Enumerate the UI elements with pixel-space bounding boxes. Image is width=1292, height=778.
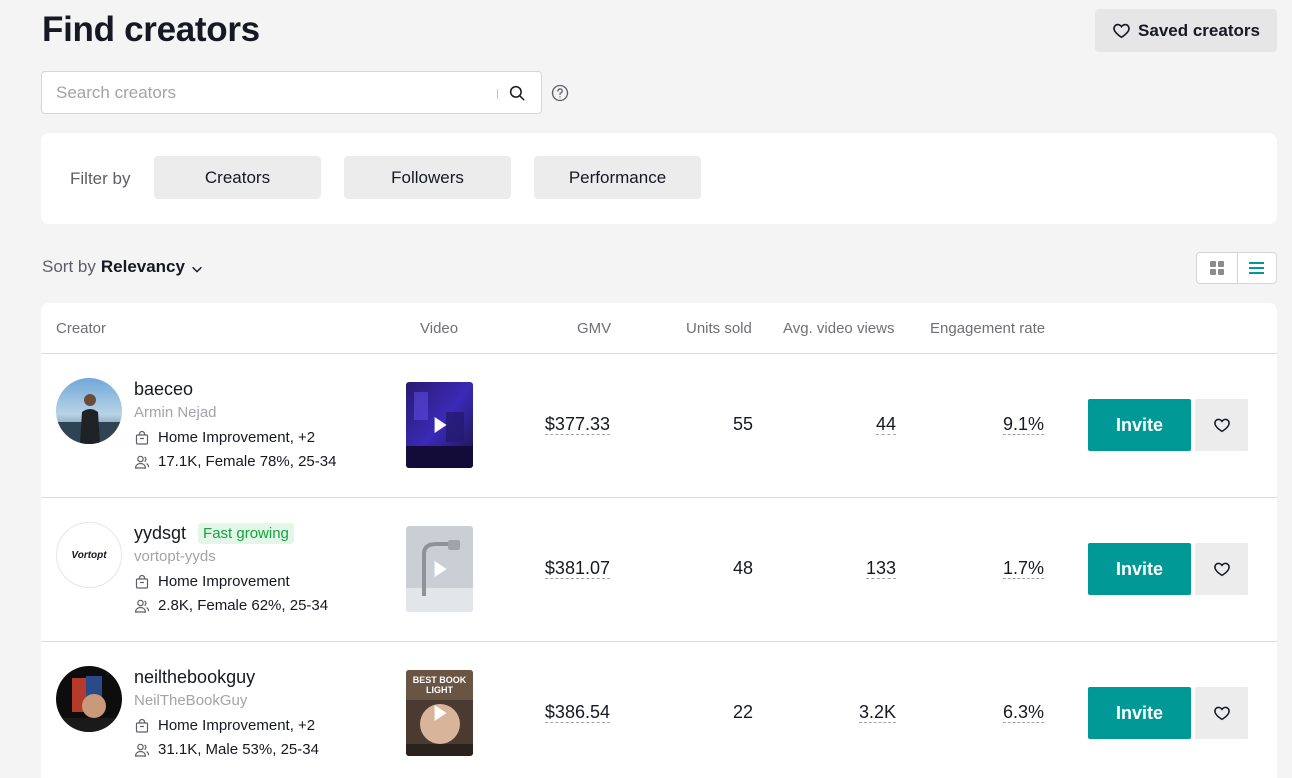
search-box [41, 71, 542, 114]
avatar[interactable] [56, 666, 122, 732]
table-row[interactable]: neilthebookguy NeilTheBookGuy Home Impro… [41, 642, 1277, 778]
invite-button[interactable]: Invite [1088, 399, 1191, 451]
creator-name: Armin Nejad [134, 404, 217, 421]
filter-panel: Filter by Creators Followers Performance [41, 133, 1277, 224]
creator-category: Home Improvement [134, 573, 290, 590]
creator-name: NeilTheBookGuy [134, 692, 248, 709]
column-header-gmv: GMV [577, 320, 612, 337]
users-icon [134, 455, 150, 469]
favorite-button[interactable] [1195, 399, 1248, 451]
heart-icon [1213, 418, 1230, 433]
heart-icon [1213, 706, 1230, 721]
column-header-creator: Creator [56, 320, 107, 337]
shopping-bag-icon [135, 718, 149, 733]
avg-video-views-value[interactable]: 44 [875, 414, 896, 435]
gmv-value[interactable]: $386.54 [544, 702, 610, 723]
saved-creators-button[interactable]: Saved creators [1095, 9, 1277, 52]
saved-creators-label: Saved creators [1138, 20, 1260, 40]
column-header-engagement-rate: Engagement rate [930, 320, 1046, 337]
creator-handle[interactable]: baeceo [134, 379, 193, 400]
avatar[interactable]: Vortopt [56, 522, 122, 588]
page-title: Find creators [42, 10, 260, 49]
grid-icon [1209, 261, 1224, 275]
search-icon[interactable] [508, 84, 526, 102]
chevron-down-icon [192, 266, 202, 273]
creator-category: Home Improvement, +2 [134, 717, 315, 734]
heart-icon [1213, 562, 1230, 577]
status-badge: Fast growing [198, 523, 294, 544]
grid-view-button[interactable] [1197, 253, 1237, 283]
video-thumbnail[interactable] [406, 382, 473, 468]
units-sold-value: 48 [732, 558, 753, 578]
sort-dropdown[interactable]: Sort by Relevancy [42, 257, 204, 277]
creator-name: vortopt-yyds [134, 548, 216, 565]
play-icon [434, 561, 447, 577]
favorite-button[interactable] [1195, 543, 1248, 595]
users-icon [134, 599, 150, 613]
engagement-rate-value[interactable]: 1.7% [1002, 558, 1044, 579]
video-thumbnail[interactable] [406, 526, 473, 612]
gmv-value[interactable]: $381.07 [544, 558, 610, 579]
view-toggle [1196, 252, 1277, 284]
help-icon[interactable] [551, 84, 569, 102]
creators-table: Creator Video GMV Units sold Avg. video … [41, 303, 1277, 778]
filter-performance-button[interactable]: Performance [534, 156, 701, 199]
shopping-bag-icon [135, 574, 149, 589]
creator-audience: 2.8K, Female 62%, 25-34 [134, 597, 328, 614]
filter-label: Filter by [70, 169, 131, 188]
avg-video-views-value[interactable]: 3.2K [858, 702, 896, 723]
video-thumbnail[interactable]: BEST BOOK LIGHT [406, 670, 473, 756]
search-divider [497, 89, 498, 99]
creator-audience: 31.1K, Male 53%, 25-34 [134, 741, 319, 758]
sort-value: Relevancy [100, 257, 185, 276]
thumbnail-caption: BEST BOOK LIGHT [412, 675, 467, 695]
invite-button[interactable]: Invite [1088, 687, 1191, 739]
avatar[interactable] [56, 378, 122, 444]
list-view-button[interactable] [1236, 253, 1277, 283]
favorite-button[interactable] [1195, 687, 1248, 739]
column-header-avg-video-views: Avg. video views [783, 320, 895, 337]
avg-video-views-value[interactable]: 133 [865, 558, 896, 579]
table-row[interactable]: baeceo Armin Nejad Home Improvement, +2 … [41, 354, 1277, 498]
column-header-video: Video [420, 320, 459, 337]
creator-handle[interactable]: yydsgt Fast growing [134, 523, 294, 544]
engagement-rate-value[interactable]: 6.3% [1002, 702, 1044, 723]
play-icon [434, 705, 447, 721]
gmv-value[interactable]: $377.33 [544, 414, 610, 435]
units-sold-value: 55 [732, 414, 753, 434]
play-icon [434, 417, 447, 433]
creator-handle[interactable]: neilthebookguy [134, 667, 255, 688]
brand-logo: Vortopt [71, 549, 107, 561]
list-icon [1249, 262, 1265, 274]
sort-label: Sort by [42, 257, 96, 276]
units-sold-value: 22 [732, 702, 753, 722]
users-icon [134, 743, 150, 757]
filter-followers-button[interactable]: Followers [344, 156, 511, 199]
column-header-units-sold: Units sold [686, 320, 752, 337]
engagement-rate-value[interactable]: 9.1% [1002, 414, 1044, 435]
search-input[interactable] [56, 82, 486, 104]
shopping-bag-icon [135, 430, 149, 445]
heart-icon [1113, 23, 1130, 39]
creator-audience: 17.1K, Female 78%, 25-34 [134, 453, 336, 470]
creator-category: Home Improvement, +2 [134, 429, 315, 446]
filter-creators-button[interactable]: Creators [154, 156, 321, 199]
invite-button[interactable]: Invite [1088, 543, 1191, 595]
table-row[interactable]: Vortopt yydsgt Fast growing vortopt-yyds… [41, 498, 1277, 642]
